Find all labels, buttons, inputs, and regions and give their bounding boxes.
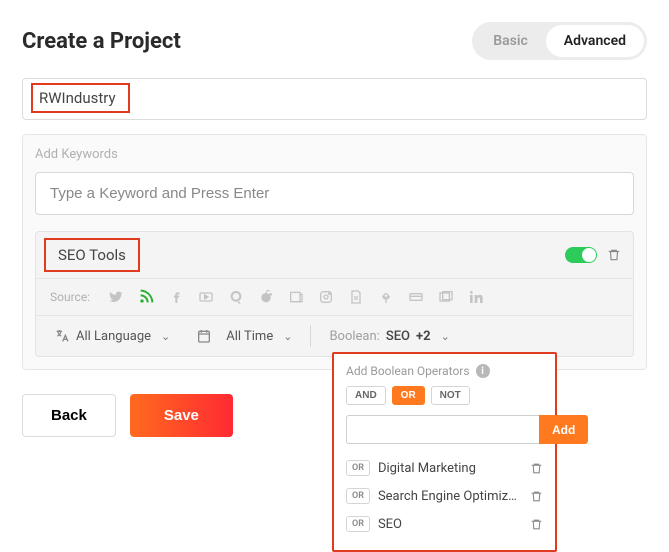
chevron-down-icon: ⌄ <box>441 330 450 343</box>
keyword-input[interactable] <box>35 172 634 215</box>
term-row: OR Digital Marketing <box>346 454 543 482</box>
podcast-icon[interactable] <box>378 289 394 305</box>
chevron-down-icon: ⌄ <box>283 330 292 343</box>
facebook-icon[interactable] <box>168 289 184 305</box>
op-not[interactable]: NOT <box>431 386 470 405</box>
news-icon[interactable] <box>288 289 304 305</box>
back-button[interactable]: Back <box>22 394 116 437</box>
document-icon[interactable] <box>348 289 364 305</box>
video-icon[interactable] <box>198 289 214 305</box>
term-row: OR SEO <box>346 510 543 538</box>
keywords-panel: Add Keywords SEO Tools Source: <box>22 134 647 370</box>
trash-icon[interactable] <box>530 518 543 531</box>
keyword-item: SEO Tools Source: All Lan <box>35 231 634 357</box>
boolean-extra: +2 <box>416 329 431 344</box>
time-value: All Time <box>226 329 273 344</box>
info-icon[interactable]: i <box>476 364 490 378</box>
project-name-value: RWIndustry <box>31 83 130 113</box>
language-filter[interactable]: All Language ⌄ <box>46 324 178 348</box>
keywords-panel-label: Add Keywords <box>35 147 634 162</box>
term-text: Search Engine Optimiz… <box>378 489 522 504</box>
quora-icon[interactable] <box>228 289 244 305</box>
op-and[interactable]: AND <box>346 386 386 405</box>
chevron-down-icon: ⌄ <box>161 330 170 343</box>
project-name-field[interactable]: RWIndustry <box>22 78 647 120</box>
sources-row: Source: <box>36 278 633 315</box>
time-filter[interactable]: All Time ⌄ <box>188 324 300 348</box>
slides-icon[interactable] <box>438 289 454 305</box>
save-button[interactable]: Save <box>130 394 233 437</box>
instagram-icon[interactable] <box>318 289 334 305</box>
mode-advanced[interactable]: Advanced <box>546 25 644 57</box>
trash-icon[interactable] <box>530 462 543 475</box>
add-term-button[interactable]: Add <box>539 415 588 444</box>
calendar-icon <box>196 328 212 344</box>
op-or[interactable]: OR <box>392 386 425 405</box>
card-icon[interactable] <box>408 289 424 305</box>
boolean-value: SEO <box>386 329 410 344</box>
term-op-badge: OR <box>346 516 370 532</box>
boolean-filter[interactable]: Boolean: SEO +2 ⌄ <box>321 325 457 348</box>
trash-icon[interactable] <box>607 248 621 262</box>
boolean-term-input[interactable] <box>346 415 539 444</box>
translate-icon <box>54 328 70 344</box>
term-text: Digital Marketing <box>378 461 522 476</box>
divider <box>310 325 311 347</box>
term-op-badge: OR <box>346 488 370 504</box>
rss-icon[interactable] <box>138 289 154 305</box>
trash-icon[interactable] <box>530 490 543 503</box>
twitter-icon[interactable] <box>108 289 124 305</box>
filters-row: All Language ⌄ All Time ⌄ Boolean: SEO +… <box>36 315 633 356</box>
language-value: All Language <box>76 329 151 344</box>
mode-basic[interactable]: Basic <box>475 25 546 57</box>
boolean-popover: Add Boolean Operators i AND OR NOT Add O… <box>332 352 557 552</box>
popover-title: Add Boolean Operators <box>346 364 470 378</box>
keyword-toggle[interactable] <box>565 247 597 263</box>
linkedin-icon[interactable] <box>468 289 484 305</box>
page-title: Create a Project <box>22 29 181 54</box>
reddit-icon[interactable] <box>258 289 274 305</box>
keyword-item-label: SEO Tools <box>44 238 140 272</box>
term-op-badge: OR <box>346 460 370 476</box>
mode-toggle: Basic Advanced <box>472 22 647 60</box>
term-row: OR Search Engine Optimiz… <box>346 482 543 510</box>
term-text: SEO <box>378 517 522 532</box>
sources-label: Source: <box>50 290 90 304</box>
boolean-label: Boolean: <box>329 329 379 344</box>
